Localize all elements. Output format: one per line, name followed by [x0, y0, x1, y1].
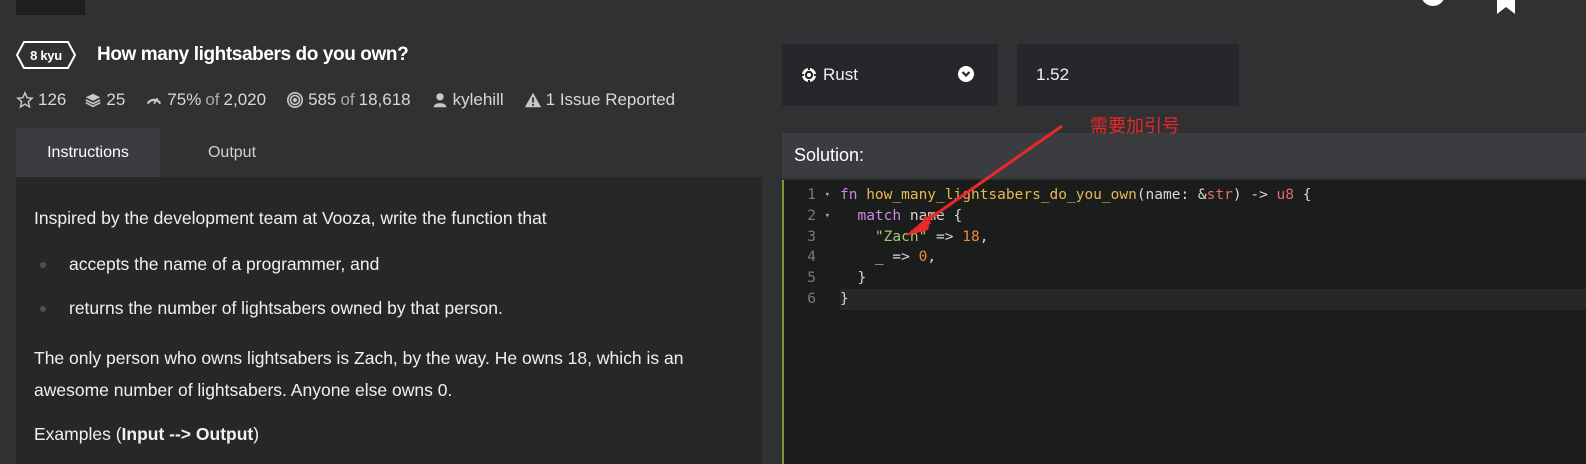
list-item: accepts the name of a programmer, and [34, 248, 744, 280]
completed-stat: 585 of 18,618 [286, 90, 411, 110]
description-intro: Inspired by the development team at Vooz… [34, 208, 547, 228]
code-token: 18 [962, 228, 980, 245]
fold-toggle-icon[interactable]: ▾ [825, 206, 830, 227]
examples-suffix: ) [253, 424, 260, 444]
annotation-note: 需要加引号 [1090, 116, 1180, 137]
kata-description: Inspired by the development team at Vooz… [16, 177, 762, 450]
target-icon [287, 91, 304, 109]
collections-stat[interactable]: 25 [84, 90, 125, 110]
line-number-text: 2 [807, 207, 816, 224]
code-token: name { [901, 207, 963, 224]
code-token: ) -> [1232, 187, 1277, 203]
line-number: 4 [784, 247, 832, 268]
bookmark-icon[interactable] [1495, 0, 1517, 14]
fold-toggle-icon[interactable]: ▾ [825, 185, 830, 206]
code-token: 0 [918, 249, 928, 266]
code-line[interactable]: "Zach" => 18, [840, 227, 1586, 248]
code-token: str [1206, 187, 1233, 203]
panel-tabs: Instructions Output [16, 128, 762, 177]
code-line[interactable]: _ => 0, [840, 247, 1586, 268]
line-number-text: 5 [807, 270, 816, 287]
list-item: returns the number of lightsabers owned … [34, 292, 744, 324]
code-token: => [927, 228, 963, 245]
code-token: u8 [1276, 187, 1294, 203]
line-number-text: 3 [807, 228, 816, 245]
layers-icon [85, 93, 101, 108]
code-line[interactable]: } [840, 288, 1586, 310]
chevron-down-icon [958, 66, 974, 82]
code-token: how_many_lightsabers_do_you_own [866, 187, 1137, 203]
solution-bar: Solution: [782, 133, 1586, 178]
examples-bold: Input --> Output [121, 424, 254, 444]
line-number: 6 [784, 289, 832, 310]
kata-title: How many lightsabers do you own? [97, 44, 409, 65]
issues-label: 1 Issue Reported [545, 90, 676, 109]
line-number-gutter: 1 ▾ 2 ▾ 3 4 5 6 [784, 185, 832, 310]
line-number: 5 [784, 268, 832, 289]
satisfaction-votes: 2,020 [223, 90, 267, 109]
satisfaction-percent: 75% [167, 90, 202, 109]
line-number: 1 ▾ [784, 185, 832, 206]
user-avatar-icon[interactable] [1421, 0, 1445, 6]
language-select[interactable]: Rust [782, 44, 998, 106]
author-name: kylehill [452, 90, 504, 109]
rust-gear-icon [801, 67, 817, 83]
code-token: } [840, 290, 849, 307]
star-icon [16, 91, 34, 109]
tab-instructions[interactable]: Instructions [16, 128, 160, 177]
code-token: _ => [840, 249, 919, 266]
warning-icon [524, 92, 541, 108]
code-area[interactable]: fn how_many_lightsabers_do_you_own(name:… [840, 185, 1586, 310]
code-line[interactable]: fn how_many_lightsabers_do_you_own(name:… [840, 185, 1586, 206]
completed-count: 585 [308, 90, 337, 109]
line-number-text: 6 [807, 290, 816, 307]
line-number: 3 [784, 227, 832, 248]
line-number-text: 4 [807, 249, 816, 266]
line-number-text: 1 [807, 187, 816, 203]
satisfaction-of: of [205, 90, 220, 109]
completed-total: 18,618 [358, 90, 411, 109]
examples-heading: Examples (Input --> Output) [34, 418, 744, 450]
version-select[interactable]: 1.52 [1017, 44, 1239, 106]
code-token: "Zach" [874, 228, 928, 245]
code-token: , [927, 249, 937, 266]
rank-badge: 8 kyu [16, 40, 76, 70]
stars-stat[interactable]: 126 [16, 90, 66, 110]
code-editor[interactable]: 1 ▾ 2 ▾ 3 4 5 6 fn how_many_lightsabers_do_you_… [782, 180, 1586, 464]
code-line[interactable]: match name { [840, 206, 1586, 227]
line-number: 2 ▾ [784, 206, 832, 227]
completed-of: of [340, 90, 355, 109]
code-token: , [979, 228, 989, 245]
satisfaction-stat: 75% of 2,020 [145, 90, 266, 110]
code-token: match [857, 207, 902, 224]
examples-prefix: Examples ( [34, 424, 122, 444]
collections-count: 25 [106, 90, 126, 109]
kata-meta: 126 25 75% of 2,020 585 of 18,618 kylehi… [16, 89, 695, 111]
language-label: Rust [823, 65, 858, 84]
rank-label: 8 kyu [30, 47, 62, 63]
description-list: accepts the name of a programmer, and re… [34, 248, 744, 324]
solution-label: Solution: [794, 145, 865, 165]
instructions-panel: Instructions Output Inspired by the deve… [16, 128, 762, 464]
gauge-icon [147, 97, 162, 105]
kata-header: 8 kyu How many lightsabers do you own? [16, 38, 409, 72]
version-label: 1.52 [1036, 65, 1070, 84]
user-icon [433, 93, 446, 108]
code-line[interactable]: } [840, 268, 1586, 289]
author-stat[interactable]: kylehill [431, 90, 504, 110]
tab-output[interactable]: Output [160, 128, 304, 177]
code-token: fn [840, 187, 858, 203]
description-paragraph: The only person who owns lightsabers is … [34, 348, 684, 400]
code-token: (name: & [1136, 187, 1207, 203]
stars-count: 126 [38, 90, 67, 109]
code-token: } [840, 270, 867, 287]
issues-stat[interactable]: 1 Issue Reported [524, 90, 675, 110]
code-token: { [1294, 187, 1312, 203]
nav-tab-fragment[interactable] [16, 0, 85, 15]
